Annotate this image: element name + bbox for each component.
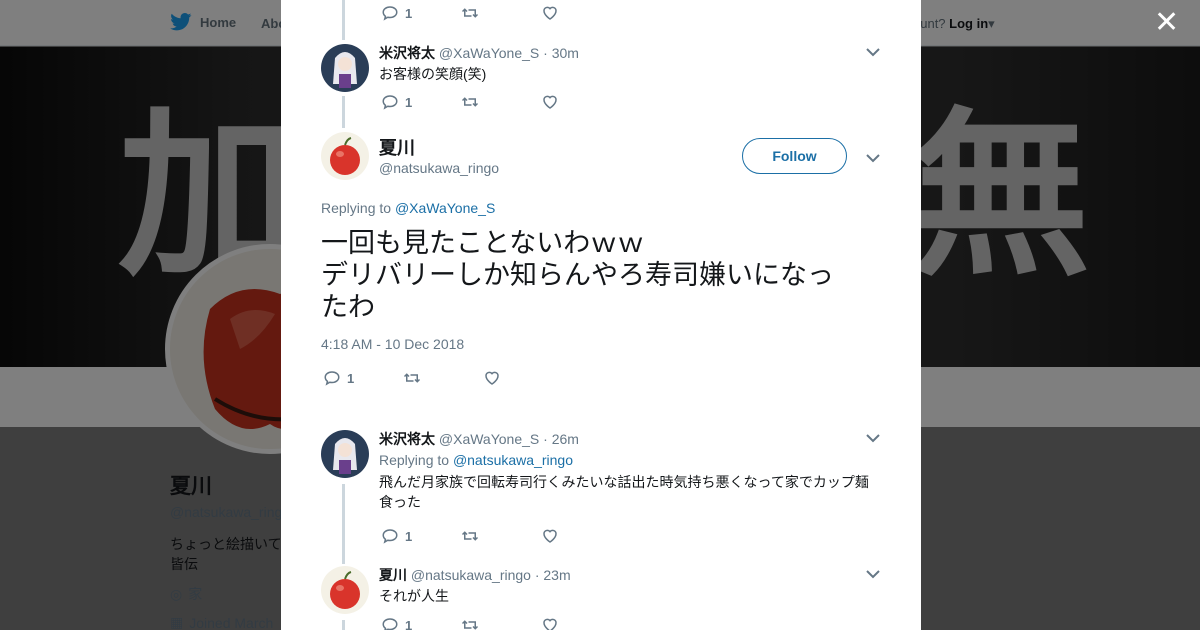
close-icon[interactable]: ✕ — [1154, 8, 1179, 38]
like-button[interactable] — [483, 369, 563, 387]
reply-button[interactable]: 1 — [323, 369, 403, 387]
reply-count: 1 — [347, 370, 355, 386]
thread-tweet[interactable]: 米沢将太 @XaWaYone_S · 30m お客様の笑顔(笑) — [321, 44, 881, 92]
main-tweet-text: 一回も見たことないわｗｗ デリバリーしか知らんやろ寿司嫌いになっ たわ — [321, 227, 861, 323]
thread-tweet[interactable]: 米沢将太 @XaWaYone_S · 26m Replying to @nats… — [321, 430, 881, 510]
retweet-button[interactable] — [461, 616, 541, 630]
reply-button[interactable]: 1 — [381, 527, 461, 545]
tweet-body: 夏川 @natsukawa_ringo · 23m それが人生 — [379, 566, 879, 606]
main-tweet-text-line3: たわ — [321, 292, 375, 322]
reply-button[interactable]: 1 — [381, 616, 461, 630]
apple-avatar-image — [321, 566, 369, 614]
tweet-actions: 1 — [381, 3, 621, 23]
like-button[interactable] — [541, 93, 621, 111]
heart-icon — [543, 529, 557, 543]
reply-icon — [324, 371, 340, 386]
replying-to-link[interactable]: @XaWaYone_S — [395, 200, 495, 216]
tweet-actions: 1 — [381, 92, 621, 112]
main-tweet-author-name[interactable]: 夏川 — [379, 134, 415, 160]
tweet-header: 米沢将太 @XaWaYone_S · 30m — [379, 44, 879, 62]
like-button[interactable] — [541, 527, 621, 545]
retweet-icon — [461, 620, 479, 630]
retweet-button[interactable] — [461, 93, 541, 111]
tweet-header: 米沢将太 @XaWaYone_S · 26m — [379, 430, 879, 448]
retweet-icon — [461, 97, 479, 107]
user-avatar[interactable] — [321, 430, 369, 478]
reply-button[interactable]: 1 — [381, 93, 461, 111]
tweet-actions: 1 — [381, 526, 621, 546]
tweet-author-handle[interactable]: @XaWaYone_S — [439, 431, 539, 447]
replying-to-link[interactable]: @natsukawa_ringo — [453, 452, 573, 468]
tweet-text: 飛んだ月家族で回転寿司行くみたいな話出た時気持ち悪くなって家でカップ麺食った — [379, 474, 869, 510]
apple-avatar-image — [321, 132, 369, 180]
main-tweet-actions: 1 — [323, 368, 563, 388]
replying-to-prefix: Replying to — [321, 200, 392, 216]
anime-avatar-image — [321, 430, 369, 478]
tweet-body: 米沢将太 @XaWaYone_S · 26m Replying to @nats… — [379, 430, 879, 512]
tweet-replying-to: Replying to @natsukawa_ringo — [379, 452, 879, 468]
heart-icon — [543, 6, 557, 20]
chevron-down-icon[interactable] — [865, 566, 881, 582]
retweet-button[interactable] — [461, 4, 541, 22]
retweet-icon — [461, 531, 479, 541]
tweet-author-handle[interactable]: @XaWaYone_S — [439, 45, 539, 61]
tweet-text: お客様の笑顔(笑) — [379, 66, 487, 82]
replying-to: Replying to @XaWaYone_S — [321, 200, 495, 216]
main-tweet-text-line1: 一回も見たことないわｗｗ — [321, 228, 645, 258]
reply-count: 1 — [405, 94, 413, 110]
reply-button[interactable]: 1 — [381, 4, 461, 22]
retweet-button[interactable] — [403, 369, 483, 387]
chevron-down-icon[interactable] — [865, 44, 881, 60]
retweet-button[interactable] — [461, 527, 541, 545]
tweet-time[interactable]: · 30m — [543, 45, 579, 61]
reply-count: 1 — [405, 528, 413, 544]
user-avatar[interactable] — [321, 44, 369, 92]
reply-icon — [382, 95, 398, 110]
like-button[interactable] — [541, 616, 621, 630]
tweet-header: 夏川 @natsukawa_ringo · 23m — [379, 566, 879, 584]
tweet-text: それが人生 — [379, 588, 449, 604]
reply-icon — [382, 529, 398, 544]
user-avatar[interactable] — [321, 132, 369, 180]
tweet-time[interactable]: · 26m — [543, 431, 579, 447]
retweet-icon — [461, 8, 479, 18]
tweet-actions: 1 — [381, 615, 621, 630]
reply-icon — [382, 6, 398, 21]
heart-icon — [485, 371, 499, 385]
chevron-down-icon[interactable] — [865, 430, 881, 446]
replying-to-prefix: Replying to — [379, 452, 450, 468]
tweet-author-name[interactable]: 米沢将太 — [379, 431, 435, 447]
retweet-icon — [403, 373, 421, 383]
main-tweet-text-line2: デリバリーしか知らんやろ寿司嫌いになっ — [321, 260, 834, 290]
main-tweet-author-handle[interactable]: @natsukawa_ringo — [379, 160, 499, 176]
anime-avatar-image — [321, 44, 369, 92]
like-button[interactable] — [541, 4, 621, 22]
thread-line — [342, 96, 345, 128]
heart-icon — [543, 618, 557, 630]
tweet-author-name[interactable]: 夏川 — [379, 567, 407, 583]
follow-button[interactable]: Follow — [742, 138, 847, 174]
tweet-body: 米沢将太 @XaWaYone_S · 30m お客様の笑顔(笑) — [379, 44, 879, 84]
chevron-down-icon[interactable] — [865, 150, 881, 166]
user-avatar[interactable] — [321, 566, 369, 614]
tweet-time[interactable]: · 23m — [535, 567, 571, 583]
thread-line — [342, 0, 345, 40]
tweet-author-name[interactable]: 米沢将太 — [379, 45, 435, 61]
reply-count: 1 — [405, 617, 413, 630]
main-tweet-timestamp[interactable]: 4:18 AM - 10 Dec 2018 — [321, 336, 464, 352]
reply-count: 1 — [405, 5, 413, 21]
tweet-author-handle[interactable]: @natsukawa_ringo — [411, 567, 531, 583]
thread-tweet[interactable]: 夏川 @natsukawa_ringo · 23m それが人生 — [321, 566, 881, 616]
heart-icon — [543, 95, 557, 109]
reply-icon — [382, 618, 398, 630]
thread-line — [342, 620, 345, 630]
